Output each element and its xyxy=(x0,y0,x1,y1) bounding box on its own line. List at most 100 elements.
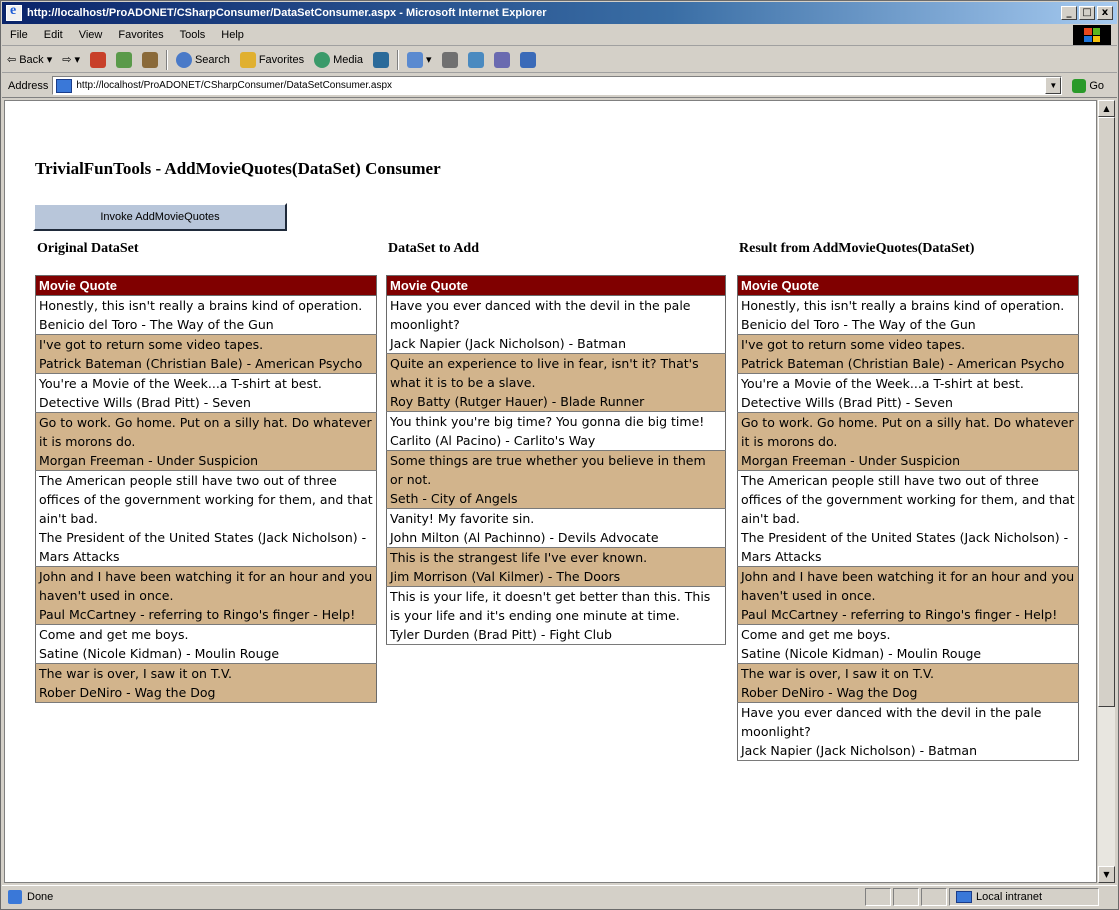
quote-text: You're a Movie of the Week...a T-shirt a… xyxy=(741,376,1024,391)
table-row: The war is over, I saw it on T.V. Rober D… xyxy=(737,663,1079,703)
address-url: http://localhost/ProADONET/CSharpConsume… xyxy=(76,80,393,91)
quote-text: Some things are true whether you believe… xyxy=(390,453,706,487)
quote-attribution: Morgan Freeman - Under Suspicion xyxy=(39,453,259,468)
media-label: Media xyxy=(333,53,364,66)
quote-attribution: Detective Wills (Brad Pitt) - Seven xyxy=(39,395,251,410)
table-row: This is your life, it doesn't get better… xyxy=(386,586,726,645)
page-done-icon xyxy=(8,890,22,904)
dropdown-arrow-icon: ▾ xyxy=(46,54,53,66)
table-row: Come and get me boys. Satine (Nicole Kidm… xyxy=(35,624,377,664)
maximize-button[interactable]: □ xyxy=(1079,6,1095,20)
quote-cell: The war is over, I saw it on T.V. Rober D… xyxy=(35,663,377,703)
quote-cell: Honestly, this isn't really a brains kin… xyxy=(35,295,377,335)
table-row: Go to work. Go home. Put on a silly hat.… xyxy=(35,412,377,471)
home-button[interactable] xyxy=(137,51,163,68)
media-button[interactable]: Media xyxy=(309,51,368,68)
menu-edit[interactable]: Edit xyxy=(36,29,71,41)
search-button[interactable]: Search xyxy=(171,51,235,68)
quote-text: John and I have been watching it for an … xyxy=(39,569,373,603)
address-label: Address xyxy=(8,79,49,92)
go-arrow-icon xyxy=(1072,78,1087,93)
quote-attribution: Jim Morrison (Val Kilmer) - The Doors xyxy=(390,569,621,584)
scroll-thumb[interactable] xyxy=(1098,117,1115,707)
menu-view[interactable]: View xyxy=(71,29,111,41)
minimize-button[interactable]: _ xyxy=(1061,6,1077,20)
close-button[interactable]: x xyxy=(1097,6,1113,20)
status-panel xyxy=(921,888,947,906)
table-row: You're a Movie of the Week...a T-shirt a… xyxy=(737,373,1079,413)
vertical-scrollbar[interactable]: ▲ ▼ xyxy=(1098,100,1115,883)
messenger-icon xyxy=(519,51,536,68)
menu-tools[interactable]: Tools xyxy=(172,29,214,41)
table-header: Movie Quote xyxy=(386,275,726,296)
title-bar[interactable]: http://localhost/ProADONET/CSharpConsume… xyxy=(2,2,1117,24)
favorites-label: Favorites xyxy=(258,53,305,66)
menu-file[interactable]: File xyxy=(2,29,36,41)
windows-logo-icon xyxy=(1073,25,1111,45)
discuss-button[interactable] xyxy=(489,51,515,68)
quote-cell: Honestly, this isn't really a brains kin… xyxy=(737,295,1079,335)
forward-button[interactable]: ⇨ ▾ xyxy=(57,53,85,66)
status-bar: Done Local intranet xyxy=(2,885,1117,908)
favorites-button[interactable]: Favorites xyxy=(235,51,309,68)
quote-text: Go to work. Go home. Put on a silly hat.… xyxy=(39,415,372,449)
quote-cell: Go to work. Go home. Put on a silly hat.… xyxy=(737,412,1079,471)
original-dataset-table: Movie Quote Honestly, this isn't really … xyxy=(35,275,377,703)
discuss-icon xyxy=(493,51,510,68)
quote-text: This is your life, it doesn't get better… xyxy=(390,589,711,623)
back-button[interactable]: ⇦ Back ▾ xyxy=(2,53,57,67)
menu-favorites[interactable]: Favorites xyxy=(110,29,171,41)
quote-cell: You think you're big time? You gonna die… xyxy=(386,411,726,451)
quote-attribution: Patrick Bateman (Christian Bale) - Ameri… xyxy=(741,356,1065,371)
history-button[interactable] xyxy=(368,51,394,68)
window-controls: _ □ x xyxy=(1061,6,1113,20)
table-row: The American people still have two out o… xyxy=(35,470,377,567)
standard-toolbar: ⇦ Back ▾ ⇨ ▾ Search Favorites Media ▾ xyxy=(2,47,1117,73)
quote-attribution: Detective Wills (Brad Pitt) - Seven xyxy=(741,395,953,410)
mail-icon xyxy=(407,51,424,68)
home-icon xyxy=(141,51,158,68)
quote-cell: John and I have been watching it for an … xyxy=(737,566,1079,625)
quote-attribution: Satine (Nicole Kidman) - Moulin Rouge xyxy=(741,646,982,661)
table-row: The war is over, I saw it on T.V. Rober D… xyxy=(35,663,377,703)
table-row: Have you ever danced with the devil in t… xyxy=(737,702,1079,761)
edit-button[interactable] xyxy=(463,51,489,68)
print-button[interactable] xyxy=(437,51,463,68)
invoke-addmoviequotes-button[interactable]: Invoke AddMovieQuotes xyxy=(33,203,287,231)
quote-text: You're a Movie of the Week...a T-shirt a… xyxy=(39,376,322,391)
address-input[interactable]: http://localhost/ProADONET/CSharpConsume… xyxy=(52,76,1063,95)
back-label: Back xyxy=(19,53,44,66)
quote-cell: Go to work. Go home. Put on a silly hat.… xyxy=(35,412,377,471)
table-row: John and I have been watching it for an … xyxy=(35,566,377,625)
history-icon xyxy=(373,51,390,68)
address-bar: Address http://localhost/ProADONET/CShar… xyxy=(2,74,1117,98)
go-button[interactable]: Go xyxy=(1072,78,1104,93)
result-table: Movie Quote Honestly, this isn't really … xyxy=(737,275,1079,761)
quote-attribution: The President of the United States (Jack… xyxy=(741,530,1069,564)
ie-icon xyxy=(6,3,22,21)
quote-attribution: Benicio del Toro - The Way of the Gun xyxy=(741,317,976,332)
scroll-up-icon[interactable]: ▲ xyxy=(1098,100,1115,117)
quote-cell: Come and get me boys. Satine (Nicole Kidm… xyxy=(35,624,377,664)
page-icon xyxy=(56,78,73,93)
result-column: Result from AddMovieQuotes(DataSet) Movi… xyxy=(737,241,1079,761)
quote-attribution: The President of the United States (Jack… xyxy=(39,530,367,564)
quote-text: You think you're big time? You gonna die… xyxy=(390,414,705,429)
scroll-down-icon[interactable]: ▼ xyxy=(1098,866,1115,883)
quote-cell: The American people still have two out o… xyxy=(737,470,1079,567)
refresh-button[interactable] xyxy=(111,51,137,68)
search-icon xyxy=(175,51,192,68)
quote-attribution: Benicio del Toro - The Way of the Gun xyxy=(39,317,274,332)
mail-button[interactable]: ▾ xyxy=(402,51,437,68)
toolbar-separator xyxy=(397,49,400,70)
table-row: This is the strangest life I've ever kno… xyxy=(386,547,726,587)
address-dropdown-icon[interactable]: ▼ xyxy=(1045,77,1062,94)
stop-button[interactable] xyxy=(85,51,111,68)
status-panel xyxy=(865,888,891,906)
messenger-button[interactable] xyxy=(515,51,541,68)
menu-help[interactable]: Help xyxy=(213,29,252,41)
quote-text: I've got to return some video tapes. xyxy=(741,337,966,352)
quote-attribution: Rober DeNiro - Wag the Dog xyxy=(741,685,918,700)
quote-attribution: Roy Batty (Rutger Hauer) - Blade Runner xyxy=(390,394,645,409)
back-arrow-icon: ⇦ xyxy=(7,54,17,66)
